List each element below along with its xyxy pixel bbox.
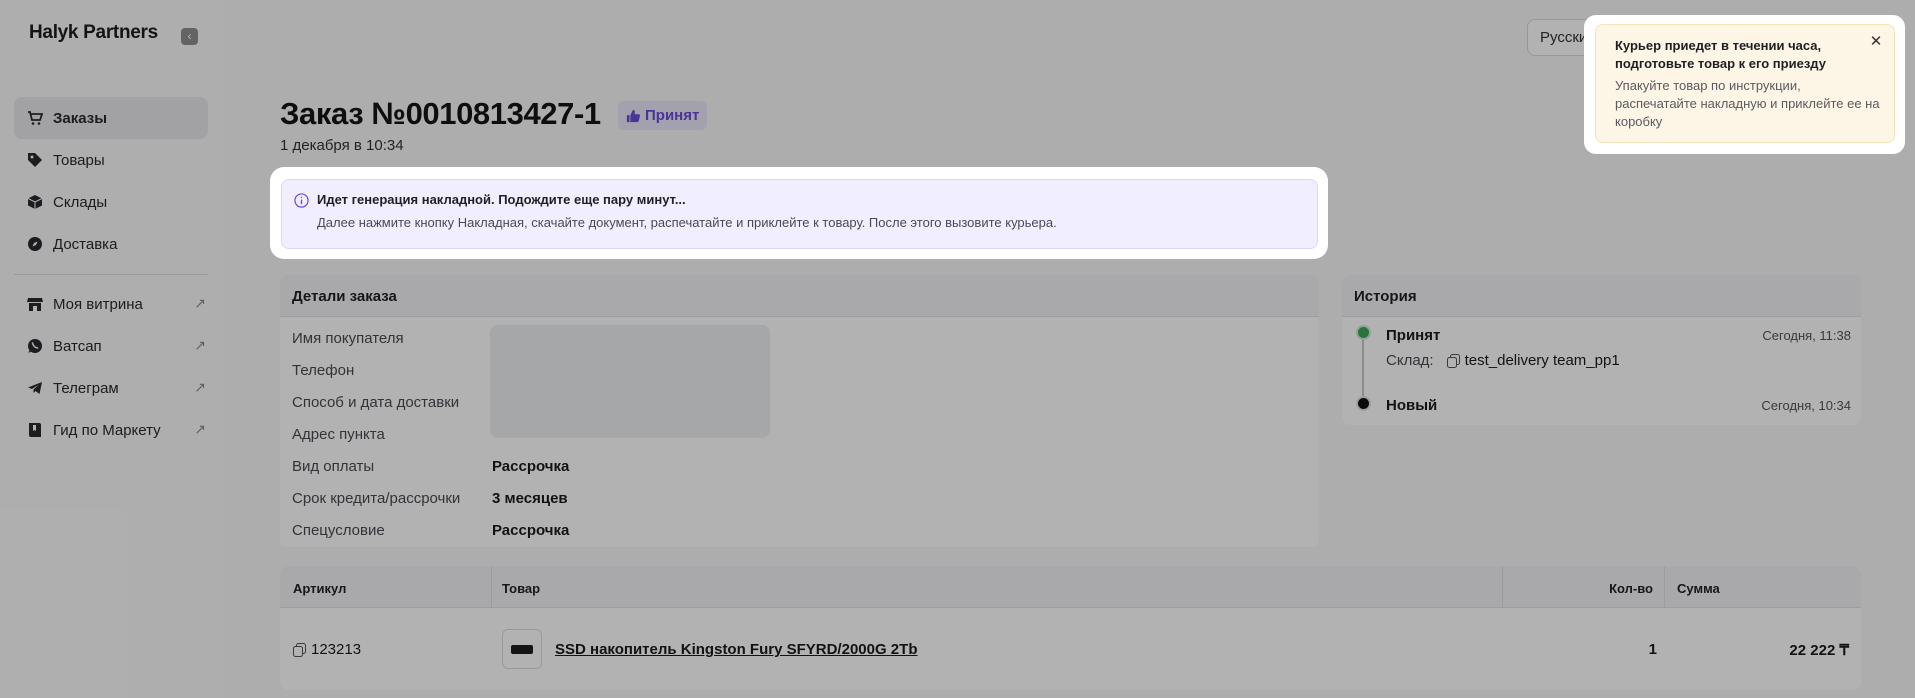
cart-icon [27, 110, 43, 126]
detail-label-special-condition: Спецусловие [292, 522, 385, 539]
brand-logo: Halyk Partners [29, 22, 158, 43]
sum-value: 22 222 ₸ [1789, 642, 1849, 659]
order-details-card: Детали заказа Имя покупателя Телефон Спо… [280, 275, 1319, 547]
sidebar-item-label: Заказы [53, 109, 108, 127]
warehouse-name: test_delivery team_pp1 [1464, 352, 1620, 369]
history-event-time: Сегодня, 11:38 [1762, 328, 1851, 343]
external-link-icon: ↗ [194, 295, 206, 311]
telegram-icon [27, 380, 43, 396]
detail-label-delivery: Способ и дата доставки [292, 394, 460, 411]
detail-label-payment-type: Вид оплаты [292, 458, 375, 475]
tag-icon [27, 152, 43, 168]
column-divider [1502, 566, 1503, 608]
column-divider [491, 566, 492, 608]
info-icon [294, 193, 309, 208]
sidebar-item-delivery[interactable]: Доставка [14, 223, 208, 265]
column-header-article: Артикул [293, 581, 347, 596]
history-header: История [1342, 275, 1861, 317]
history-event-time: Сегодня, 10:34 [1761, 398, 1851, 413]
history-event-warehouse: Склад: test_delivery team_pp1 [1386, 352, 1620, 369]
detail-value-credit-term: 3 месяцев [492, 490, 568, 507]
detail-label-credit-term: Срок кредита/рассрочки [292, 490, 461, 507]
column-header-qty: Кол-во [1609, 581, 1653, 596]
external-link-icon: ↗ [194, 379, 206, 395]
sidebar-item-label: Доставка [53, 235, 118, 253]
product-thumbnail [502, 629, 542, 669]
sidebar-item-label: Гид по Маркету [53, 421, 161, 439]
sidebar-item-products[interactable]: Товары [14, 139, 208, 181]
history-card: История Принят Сегодня, 11:38 Склад: tes… [1342, 275, 1861, 425]
sidebar-item-warehouses[interactable]: Склады [14, 181, 208, 223]
timeline-dot-accepted [1358, 327, 1369, 338]
whatsapp-icon [27, 338, 43, 354]
table-header: Артикул Товар Кол-во Сумма [280, 566, 1861, 608]
toast-title: Курьер приедет в течении часа, подготовь… [1615, 38, 1826, 71]
column-divider [1664, 566, 1665, 608]
sidebar-item-telegram[interactable]: Телеграм ↗ [14, 367, 208, 409]
sidebar-item-label: Телеграм [53, 379, 119, 397]
external-link-icon: ↗ [194, 337, 206, 353]
sidebar-item-my-storefront[interactable]: Моя витрина ↗ [14, 283, 208, 325]
close-icon[interactable]: ✕ [1868, 34, 1884, 50]
banner-text: Далее нажмите кнопку Накладная, скачайте… [317, 215, 1057, 230]
page-title: Заказ №0010813427-1 [280, 96, 601, 131]
order-date: 1 декабря в 10:34 [280, 137, 404, 154]
copy-icon [293, 642, 306, 657]
detail-label-address: Адрес пункта [292, 426, 385, 443]
main-nav: Заказы Товары Склады Доставка [14, 97, 208, 265]
order-items-table: Артикул Товар Кол-во Сумма 123213 SSD на… [280, 566, 1861, 690]
sidebar-item-orders[interactable]: Заказы [14, 97, 208, 139]
qty-value: 1 [1648, 641, 1657, 658]
sidebar-item-label: Моя витрина [53, 295, 143, 313]
courier-toast: Курьер приедет в течении часа, подготовь… [1595, 24, 1895, 143]
sidebar-item-label: Ватсап [53, 337, 102, 355]
detail-label-buyer-name: Имя покупателя [292, 330, 404, 347]
chevron-left-icon: ‹ [187, 29, 192, 43]
collapse-sidebar-button[interactable]: ‹ [181, 28, 198, 45]
thumbs-up-icon [626, 109, 640, 123]
compass-icon [27, 236, 43, 252]
box-icon [27, 194, 43, 210]
history-event-title: Принят [1386, 327, 1441, 344]
banner-title: Идет генерация накладной. Подождите еще … [317, 192, 686, 207]
waybill-info-banner: Идет генерация накладной. Подождите еще … [281, 179, 1318, 249]
timeline-dot-new [1358, 398, 1369, 409]
product-link[interactable]: SSD накопитель Kingston Fury SFYRD/2000G… [555, 641, 917, 658]
book-icon [27, 422, 43, 438]
nav-divider [14, 274, 208, 275]
external-link-icon: ↗ [194, 421, 206, 437]
store-icon [27, 296, 43, 312]
sidebar-item-market-guide[interactable]: Гид по Маркету ↗ [14, 409, 208, 451]
history-event-title: Новый [1386, 397, 1438, 414]
detail-value-payment-type: Рассрочка [492, 458, 570, 475]
order-details-header: Детали заказа [280, 275, 1319, 317]
sidebar-item-label: Склады [53, 193, 108, 211]
timeline-line [1362, 337, 1364, 403]
detail-value-special-condition: Рассрочка [492, 522, 570, 539]
copy-icon [1446, 353, 1460, 368]
status-badge-label: Принят [645, 107, 700, 124]
sidebar-item-label: Товары [53, 151, 105, 169]
warehouse-label: Склад: [1386, 352, 1434, 369]
article-cell[interactable]: 123213 [293, 641, 361, 658]
toast-text: Упакуйте товар по инструкции, распечатай… [1615, 78, 1880, 129]
sidebar-item-whatsapp[interactable]: Ватсап ↗ [14, 325, 208, 367]
detail-label-phone: Телефон [292, 362, 355, 379]
status-badge: Принят [618, 101, 708, 130]
column-header-product: Товар [502, 581, 541, 596]
sidebar: Halyk Partners ‹ Заказы Товары Склады До… [0, 0, 224, 698]
column-header-sum: Сумма [1677, 581, 1720, 596]
warehouse-value[interactable]: test_delivery team_pp1 [1446, 352, 1620, 369]
customer-info-placeholder [490, 325, 770, 438]
external-nav: Моя витрина ↗ Ватсап ↗ Телеграм ↗ Гид по… [14, 283, 208, 451]
ssd-image [511, 644, 533, 654]
article-value: 123213 [311, 641, 362, 658]
